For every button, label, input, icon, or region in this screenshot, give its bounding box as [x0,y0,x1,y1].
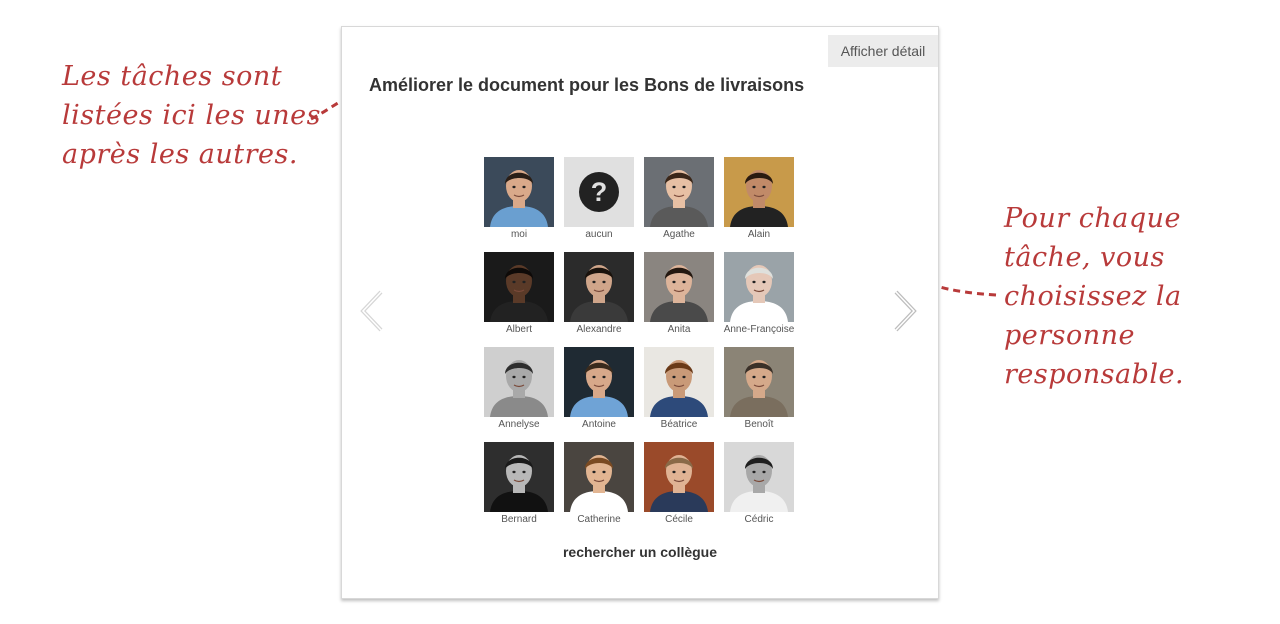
avatar-photo [644,157,714,227]
avatar-photo [644,252,714,322]
person-card[interactable]: Albert [484,252,564,342]
person-name: Anne-Françoise [723,324,795,335]
person-name: Cédric [744,514,774,525]
annotation-line: Les tâches sont [62,61,283,92]
person-card[interactable]: Béatrice [644,347,724,437]
person-card[interactable]: Cédric [724,442,804,532]
annotation-line: listées ici les unes [62,100,322,131]
person-card[interactable]: ? aucun [564,157,644,247]
chevron-left-icon[interactable] [357,289,387,333]
show-detail-button[interactable]: Afficher détail [828,35,938,67]
person-card[interactable]: Agathe [644,157,724,247]
people-grid: moi? aucun Agathe Alain Albert Alexandre Anita… [484,157,804,537]
search-colleague-link[interactable]: rechercher un collègue [342,544,938,560]
avatar-photo [724,347,794,417]
person-name: Alain [747,229,771,240]
person-name: Catherine [577,514,621,525]
person-card[interactable]: Bernard [484,442,564,532]
person-card[interactable]: Antoine [564,347,644,437]
annotation-line: personne [1004,320,1136,351]
avatar-photo [564,347,634,417]
person-name: Alexandre [576,324,622,335]
svg-text:?: ? [591,177,608,207]
person-name: Anita [667,324,691,335]
person-name: aucun [585,229,613,240]
task-title: Améliorer le document pour les Bons de l… [369,75,805,95]
person-name: Benoît [744,419,774,430]
person-name: Béatrice [660,419,698,430]
annotation-line: Pour chaque [1004,203,1181,234]
person-card[interactable]: Annelyse [484,347,564,437]
person-name: Albert [505,324,533,335]
person-name: Bernard [501,514,537,525]
avatar-photo [484,442,554,512]
annotation-line: responsable. [1004,359,1185,390]
person-card[interactable]: moi [484,157,564,247]
avatar-photo [564,442,634,512]
chevron-right-icon[interactable] [890,289,920,333]
person-name: Agathe [663,229,695,240]
avatar-photo [484,252,554,322]
person-card[interactable]: Anita [644,252,724,342]
person-name: Antoine [582,419,616,430]
person-card[interactable]: Anne-Françoise [724,252,804,342]
avatar-photo [644,347,714,417]
person-card[interactable]: Alain [724,157,804,247]
avatar-photo [484,347,554,417]
annotation-tasks-listed: Les tâches sont listées ici les unes apr… [62,57,322,174]
person-card[interactable]: Benoît [724,347,804,437]
avatar-photo [724,252,794,322]
avatar-photo [564,252,634,322]
annotation-line: tâche, vous [1004,242,1165,273]
avatar-photo [644,442,714,512]
annotation-line: après les autres. [62,139,298,170]
annotation-choose-person: Pour chaque tâche, vous choisissez la pe… [1004,199,1204,394]
avatar-photo [724,157,794,227]
avatar-photo [484,157,554,227]
person-card[interactable]: Catherine [564,442,644,532]
person-name: Annelyse [498,419,540,430]
annotation-line: choisissez la [1004,281,1182,312]
person-name: moi [510,229,528,240]
person-card[interactable]: Alexandre [564,252,644,342]
person-card[interactable]: Cécile [644,442,724,532]
question-mark-icon: ? [564,157,634,227]
person-name: Cécile [665,514,693,525]
avatar-photo [724,442,794,512]
task-card: Afficher détail Améliorer le document po… [341,26,939,599]
